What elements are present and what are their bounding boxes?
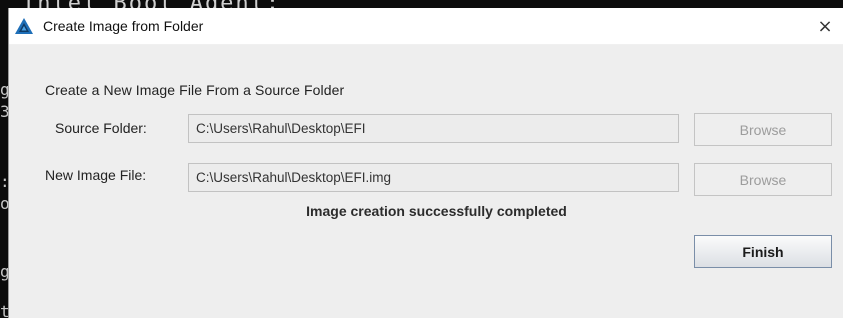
source-folder-label: Source Folder: bbox=[55, 120, 147, 136]
dialog-heading: Create a New Image File From a Source Fo… bbox=[45, 82, 345, 98]
dialog-title: Create Image from Folder bbox=[43, 18, 204, 34]
new-image-file-field[interactable]: C:\Users\Rahul\Desktop\EFI.img bbox=[188, 163, 679, 192]
status-message: Image creation successfully completed bbox=[306, 203, 567, 219]
create-image-dialog: Create Image from Folder × Create a New … bbox=[8, 8, 843, 318]
close-icon[interactable]: × bbox=[813, 14, 837, 38]
dialog-titlebar[interactable]: Create Image from Folder × bbox=[9, 8, 843, 45]
source-folder-field[interactable]: C:\Users\Rahul\Desktop\EFI bbox=[188, 114, 679, 143]
source-browse-button[interactable]: Browse bbox=[694, 113, 832, 146]
background-console-side: g 3 : o g t bbox=[0, 40, 10, 318]
image-browse-button[interactable]: Browse bbox=[694, 163, 832, 196]
screen: Intel Boot Agent: g 3 : o g t Create Ima… bbox=[0, 0, 843, 318]
triangle-logo-icon bbox=[14, 16, 34, 36]
finish-button[interactable]: Finish bbox=[694, 235, 832, 268]
new-image-file-label: New Image File: bbox=[45, 167, 147, 183]
